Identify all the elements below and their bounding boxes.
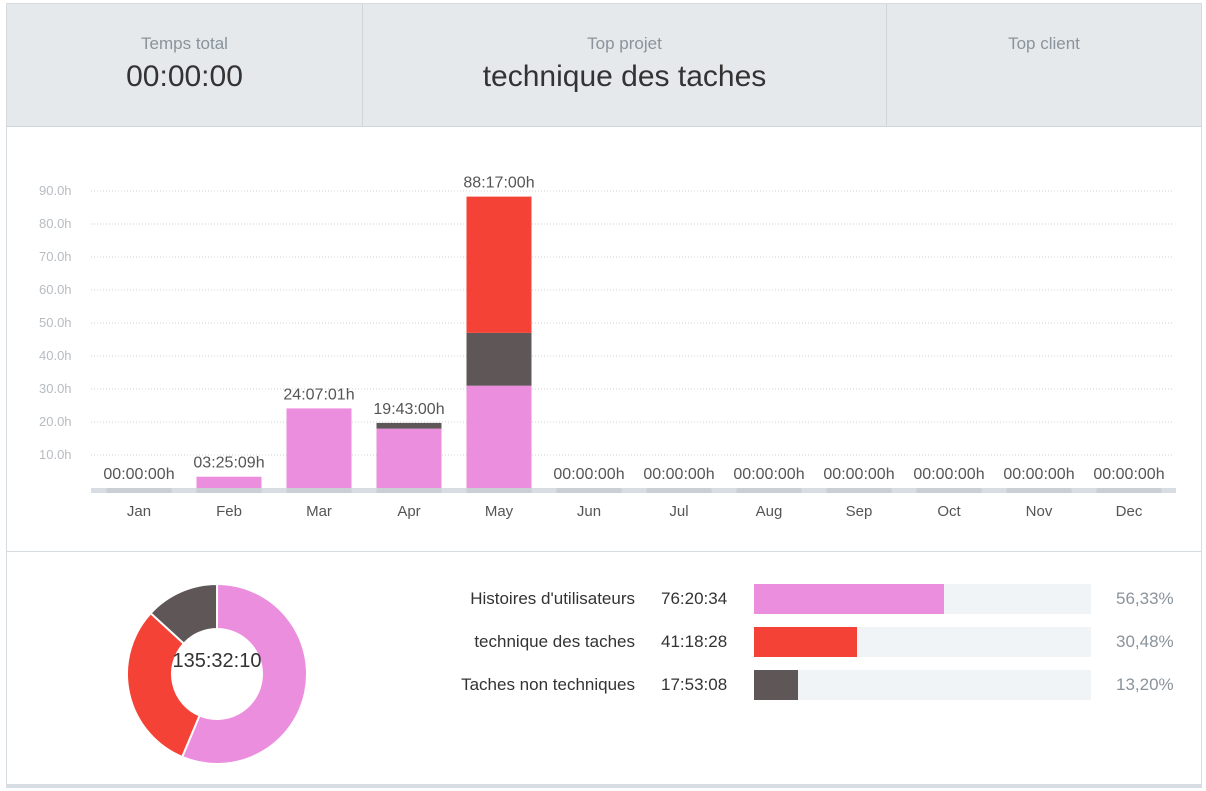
bar-placeholder (916, 488, 982, 493)
bar-segment (466, 385, 532, 488)
y-tick-label: 80.0h (39, 216, 72, 231)
bar-total-label: 03:25:09h (193, 455, 264, 472)
bar-total-label: 00:00:00h (103, 466, 174, 483)
top-client-card: Top client (887, 4, 1201, 126)
bar-segment (376, 428, 442, 488)
top-project-label: Top projet (587, 34, 662, 53)
breakdown-row: Histoires d'utilisateurs 76:20:34 56,33% (407, 584, 1206, 614)
section-divider (7, 551, 1201, 552)
bar-placeholder (286, 488, 352, 493)
x-tick-label: Apr (397, 503, 420, 520)
top-project-card: Top projet technique des taches (363, 4, 887, 126)
bar-segment (286, 408, 352, 488)
bar-total-label: 00:00:00h (553, 466, 624, 483)
bar-placeholder (196, 488, 262, 493)
bar-segment (466, 332, 532, 386)
bar-segment (376, 422, 442, 429)
x-tick-label: May (485, 503, 514, 520)
y-tick-label: 50.0h (39, 315, 72, 330)
y-tick-label: 40.0h (39, 348, 72, 363)
breakdown-project-name: Taches non techniques (461, 675, 635, 694)
breakdown-percent: 13,20% (1116, 675, 1174, 694)
y-tick-label: 60.0h (39, 282, 72, 297)
bar-total-label: 88:17:00h (463, 175, 534, 192)
bar-placeholder (556, 488, 622, 493)
breakdown-percent: 30,48% (1116, 632, 1174, 651)
x-tick-label: Dec (1116, 503, 1143, 520)
x-tick-label: Oct (937, 503, 961, 520)
top-client-label: Top client (1008, 34, 1080, 53)
y-tick-label: 10.0h (39, 447, 72, 462)
bar-total-label: 00:00:00h (1093, 466, 1164, 483)
bar-total-label: 00:00:00h (643, 466, 714, 483)
x-tick-label: Jul (669, 503, 688, 520)
report-panel: Temps total 00:00:00 Top projet techniqu… (6, 3, 1202, 785)
bar-total-label: 00:00:00h (913, 466, 984, 483)
breakdown-time: 17:53:08 (661, 675, 728, 694)
breakdown-percent: 56,33% (1116, 589, 1174, 608)
breakdown-bar-fill (754, 584, 944, 614)
bar-total-label: 00:00:00h (1003, 466, 1074, 483)
breakdown-row: Taches non techniques 17:53:08 13,20% (407, 670, 1206, 700)
bar-placeholder (106, 488, 172, 493)
panel-bottom-edge (6, 784, 1202, 788)
bar-total-label: 24:07:01h (283, 386, 354, 403)
breakdown-time: 41:18:28 (661, 632, 728, 651)
breakdown-project-name: Histoires d'utilisateurs (470, 589, 635, 608)
x-tick-label: Nov (1026, 503, 1053, 520)
x-tick-label: Sep (846, 503, 873, 520)
donut-total-label: 135:32:10 (172, 650, 262, 672)
x-tick-label: Feb (216, 503, 242, 520)
bar-total-label: 19:43:00h (373, 401, 444, 418)
bar-placeholder (736, 488, 802, 493)
total-time-label: Temps total (141, 34, 228, 53)
bar-segment (196, 476, 262, 488)
x-tick-label: Jan (127, 503, 151, 520)
y-tick-label: 30.0h (39, 381, 72, 396)
breakdown-bar-track (754, 670, 1091, 700)
project-donut-chart (126, 582, 308, 765)
bar-total-label: 00:00:00h (733, 466, 804, 483)
breakdown-bar-track (754, 584, 1091, 614)
bar-placeholder (376, 488, 442, 493)
bar-placeholder (1096, 488, 1162, 493)
breakdown-bar-fill (754, 670, 799, 700)
breakdown-bar-fill (754, 627, 857, 657)
total-time-card: Temps total 00:00:00 (7, 4, 363, 126)
y-tick-label: 20.0h (39, 414, 72, 429)
breakdown-row: technique des taches 41:18:28 30,48% (407, 627, 1206, 657)
x-tick-label: Aug (756, 503, 783, 520)
bar-total-label: 00:00:00h (823, 466, 894, 483)
bar-placeholder (826, 488, 892, 493)
breakdown-time: 76:20:34 (661, 589, 728, 608)
summary-bar: Temps total 00:00:00 Top projet techniqu… (7, 4, 1201, 127)
breakdown-bar-track (754, 627, 1091, 657)
top-project-value: technique des taches (482, 60, 767, 93)
y-tick-label: 90.0h (39, 183, 72, 198)
bar-segment (466, 196, 532, 333)
x-tick-label: Jun (577, 503, 601, 520)
bar-placeholder (466, 488, 532, 493)
monthly-bar-chart: 10.0h 20.0h 30.0h 40.0h 50.0h 60.0h 70.0h 80.0h… (39, 175, 1176, 520)
y-tick-label: 70.0h (39, 249, 72, 264)
bar-placeholder (646, 488, 712, 493)
bar-placeholder (1006, 488, 1072, 493)
breakdown-project-name: technique des taches (474, 632, 635, 651)
x-tick-label: Mar (306, 503, 332, 520)
total-time-value: 00:00:00 (126, 60, 243, 93)
